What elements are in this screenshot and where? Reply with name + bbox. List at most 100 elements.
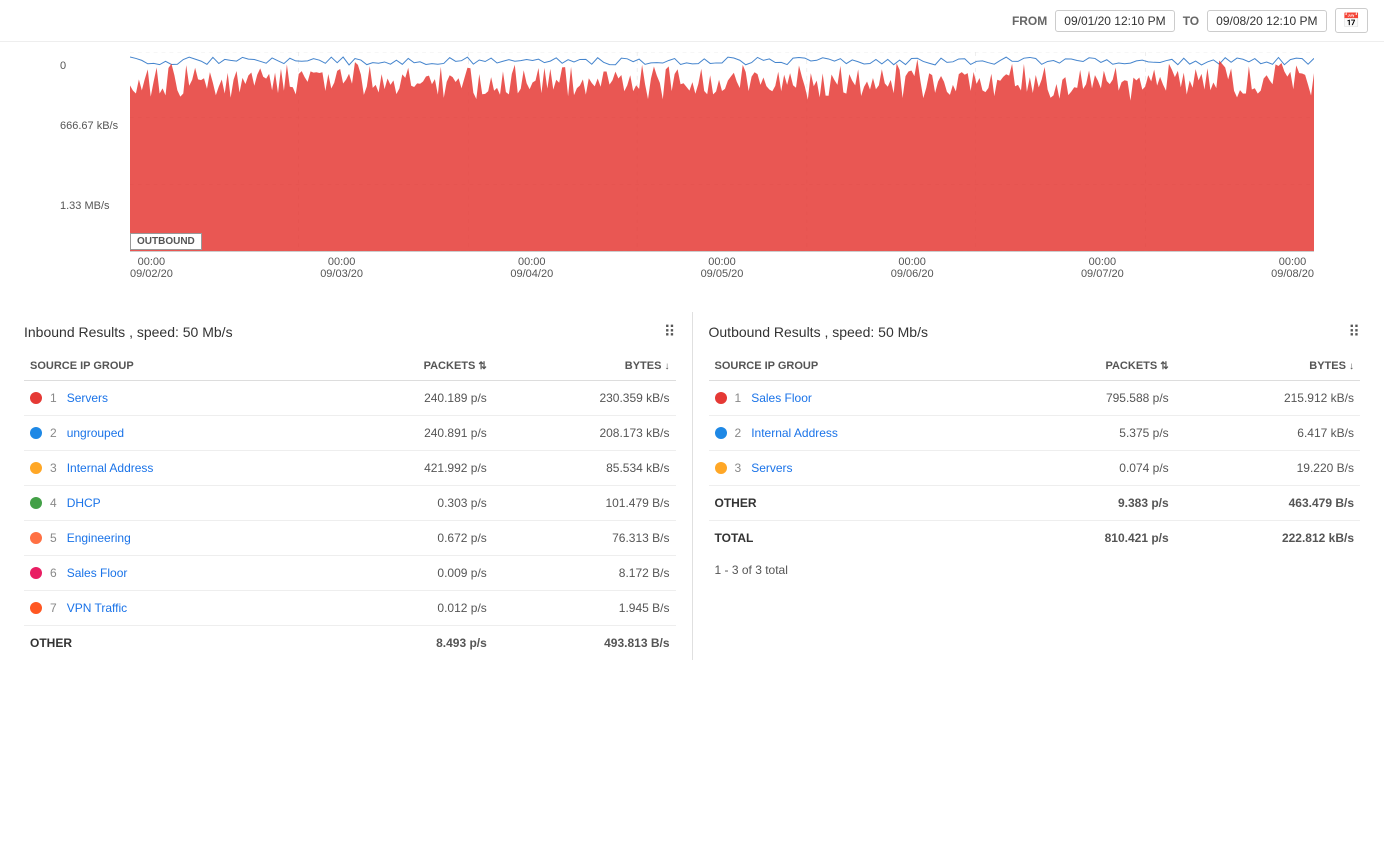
- inbound-row-packets: 240.891 p/s: [325, 416, 492, 451]
- inbound-row-bytes: 85.534 kB/s: [493, 451, 676, 486]
- inbound-row-name: 3 Internal Address: [30, 461, 319, 475]
- inbound-dot: [30, 427, 42, 439]
- inbound-dot: [30, 392, 42, 404]
- inbound-row-link[interactable]: Servers: [67, 391, 108, 405]
- outbound-row-name: 2 Internal Address: [715, 426, 1002, 440]
- outbound-table-row: 2 Internal Address 5.375 p/s 6.417 kB/s: [709, 416, 1361, 451]
- outbound-title: Outbound Results , speed: 50 Mb/s: [709, 324, 928, 340]
- outbound-other-bytes: 463.479 B/s: [1175, 486, 1360, 521]
- from-label: FROM: [1012, 14, 1047, 28]
- inbound-other-label: OTHER: [24, 626, 325, 661]
- outbound-row-link[interactable]: Servers: [751, 461, 792, 475]
- outbound-total-row: TOTAL 810.421 p/s 222.812 kB/s: [709, 521, 1361, 556]
- x-tick-5: 00:0009/07/20: [1081, 256, 1124, 280]
- inbound-header: Inbound Results , speed: 50 Mb/s ⠿: [24, 312, 676, 352]
- inbound-row-link[interactable]: Engineering: [67, 531, 131, 545]
- inbound-row-num: 1: [50, 391, 57, 405]
- outbound-row-packets: 5.375 p/s: [1007, 416, 1175, 451]
- inbound-row-name: 1 Servers: [30, 391, 319, 405]
- inbound-table-row: 5 Engineering 0.672 p/s 76.313 B/s: [24, 521, 676, 556]
- calendar-button[interactable]: 📅: [1335, 8, 1368, 33]
- inbound-col-packets: PACKETS ⇅: [325, 352, 492, 381]
- inbound-row-link[interactable]: Sales Floor: [67, 566, 128, 580]
- inbound-row-bytes: 208.173 kB/s: [493, 416, 676, 451]
- inbound-table-row: 1 Servers 240.189 p/s 230.359 kB/s: [24, 381, 676, 416]
- inbound-col-bytes: BYTES ↓: [493, 352, 676, 381]
- inbound-row-link[interactable]: DHCP: [67, 496, 101, 510]
- inbound-row-packets: 0.009 p/s: [325, 556, 492, 591]
- x-tick-0: 00:0009/02/20: [130, 256, 173, 280]
- inbound-row-link[interactable]: Internal Address: [67, 461, 154, 475]
- inbound-row-name: 7 VPN Traffic: [30, 601, 319, 615]
- to-date[interactable]: 09/08/20 12:10 PM: [1207, 10, 1326, 32]
- inbound-row-bytes: 1.945 B/s: [493, 591, 676, 626]
- inbound-row-name: 6 Sales Floor: [30, 566, 319, 580]
- y-label-1: 666.67 kB/s: [60, 120, 118, 132]
- outbound-table-row: 3 Servers 0.074 p/s 19.220 B/s: [709, 451, 1361, 486]
- outbound-table-row: 1 Sales Floor 795.588 p/s 215.912 kB/s: [709, 381, 1361, 416]
- outbound-total-bytes: 222.812 kB/s: [1175, 521, 1360, 556]
- inbound-table: SOURCE IP GROUP PACKETS ⇅ BYTES ↓ 1: [24, 352, 676, 660]
- inbound-row-link[interactable]: ungrouped: [67, 426, 124, 440]
- inbound-dot: [30, 602, 42, 614]
- inbound-row-packets: 0.012 p/s: [325, 591, 492, 626]
- outbound-grid-icon[interactable]: ⠿: [1348, 322, 1360, 342]
- outbound-row-name: 1 Sales Floor: [715, 391, 1002, 405]
- x-tick-3: 00:0009/05/20: [701, 256, 744, 280]
- inbound-other-row: OTHER 8.493 p/s 493.813 B/s: [24, 626, 676, 661]
- inbound-row-bytes: 101.479 B/s: [493, 486, 676, 521]
- outbound-row-bytes: 6.417 kB/s: [1175, 416, 1360, 451]
- inbound-row-bytes: 230.359 kB/s: [493, 381, 676, 416]
- inbound-row-num: 7: [50, 601, 57, 615]
- packets-sort-icon[interactable]: ⇅: [478, 361, 486, 372]
- outbound-panel: Outbound Results , speed: 50 Mb/s ⠿ SOUR…: [701, 312, 1369, 660]
- inbound-dot: [30, 497, 42, 509]
- inbound-table-row: 6 Sales Floor 0.009 p/s 8.172 B/s: [24, 556, 676, 591]
- outbound-other-row: OTHER 9.383 p/s 463.479 B/s: [709, 486, 1361, 521]
- inbound-other-bytes: 493.813 B/s: [493, 626, 676, 661]
- outbound-row-name: 3 Servers: [715, 461, 1002, 475]
- inbound-row-num: 3: [50, 461, 57, 475]
- outbound-packets-sort-icon[interactable]: ⇅: [1160, 361, 1168, 372]
- inbound-row-packets: 0.672 p/s: [325, 521, 492, 556]
- bytes-sort-icon[interactable]: ↓: [665, 361, 670, 372]
- outbound-table: SOURCE IP GROUP PACKETS ⇅ BYTES ↓ 1: [709, 352, 1361, 555]
- outbound-col-bytes: BYTES ↓: [1175, 352, 1360, 381]
- inbound-row-name: 2 ungrouped: [30, 426, 319, 440]
- inbound-table-row: 4 DHCP 0.303 p/s 101.479 B/s: [24, 486, 676, 521]
- outbound-bytes-sort-icon[interactable]: ↓: [1349, 361, 1354, 372]
- outbound-row-num: 3: [735, 461, 742, 475]
- inbound-grid-icon[interactable]: ⠿: [664, 322, 676, 342]
- outbound-dot: [715, 427, 727, 439]
- inbound-row-packets: 240.189 p/s: [325, 381, 492, 416]
- inbound-row-bytes: 76.313 B/s: [493, 521, 676, 556]
- outbound-row-link[interactable]: Internal Address: [751, 426, 838, 440]
- inbound-row-packets: 421.992 p/s: [325, 451, 492, 486]
- chart-area: 0 666.67 kB/s 1.33 MB/s: [0, 42, 1384, 312]
- inbound-row-name: 5 Engineering: [30, 531, 319, 545]
- inbound-row-num: 2: [50, 426, 57, 440]
- inbound-row-num: 4: [50, 496, 57, 510]
- outbound-dot: [715, 392, 727, 404]
- outbound-col-packets: PACKETS ⇅: [1007, 352, 1175, 381]
- x-tick-2: 00:0009/04/20: [510, 256, 553, 280]
- top-bar: FROM 09/01/20 12:10 PM TO 09/08/20 12:10…: [0, 0, 1384, 42]
- outbound-total-label: TOTAL: [709, 521, 1008, 556]
- outbound-row-packets: 0.074 p/s: [1007, 451, 1175, 486]
- outbound-col-source: SOURCE IP GROUP: [709, 352, 1008, 381]
- outbound-total-packets: 810.421 p/s: [1007, 521, 1175, 556]
- outbound-row-bytes: 215.912 kB/s: [1175, 381, 1360, 416]
- inbound-row-packets: 0.303 p/s: [325, 486, 492, 521]
- inbound-row-bytes: 8.172 B/s: [493, 556, 676, 591]
- outbound-other-label: OTHER: [709, 486, 1008, 521]
- y-label-2: 1.33 MB/s: [60, 200, 110, 212]
- inbound-row-link[interactable]: VPN Traffic: [67, 601, 127, 615]
- outbound-row-link[interactable]: Sales Floor: [751, 391, 812, 405]
- from-date[interactable]: 09/01/20 12:10 PM: [1055, 10, 1174, 32]
- inbound-table-row: 2 ungrouped 240.891 p/s 208.173 kB/s: [24, 416, 676, 451]
- inbound-dot: [30, 532, 42, 544]
- traffic-chart: [130, 52, 1314, 252]
- x-tick-1: 00:0009/03/20: [320, 256, 363, 280]
- outbound-pagination: 1 - 3 of 3 total: [709, 555, 1361, 585]
- inbound-dot: [30, 462, 42, 474]
